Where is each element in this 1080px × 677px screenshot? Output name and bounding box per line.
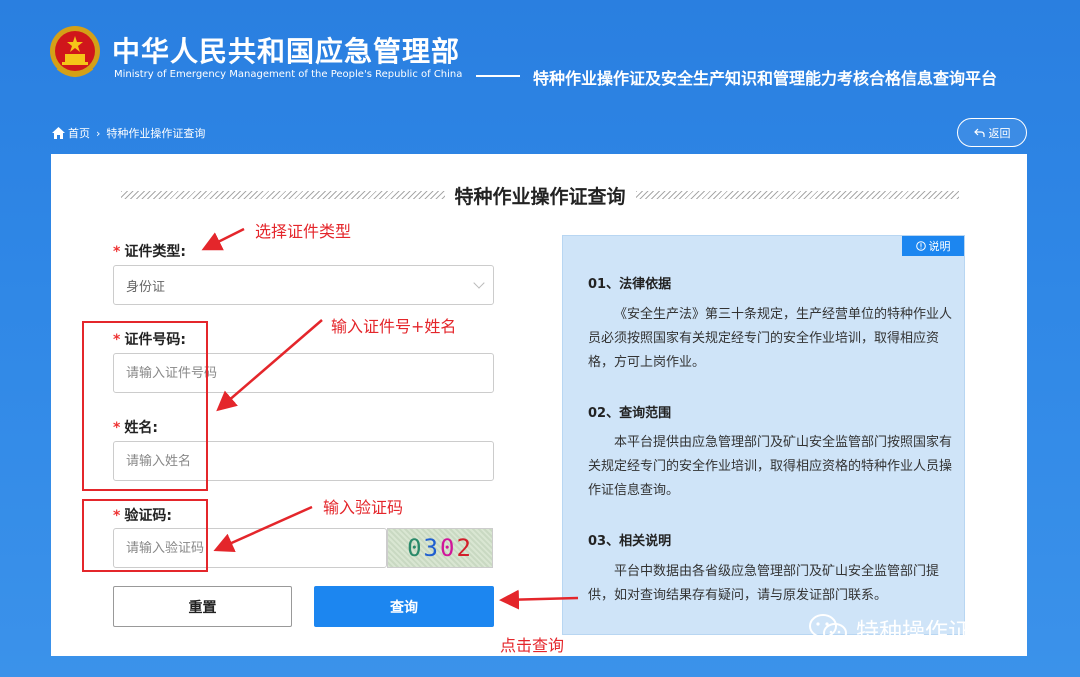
note-badge-label: 说明 [928,240,951,253]
note-section-text: 《安全生产法》第三十条规定，生产经营单位的特种作业人员必须按照国家有关规定经专门… [588,307,953,370]
back-arrow-icon [973,128,985,137]
ministry-name-en: Ministry of Emergency Management of the … [114,69,463,80]
annotation-box-cert-name [82,321,208,491]
note-section-title: 01、法律依据 [588,277,672,292]
query-button[interactable]: 查询 [314,586,494,627]
title-decoration-right [635,191,960,199]
chevron-down-icon [473,277,485,289]
captcha-digit: 0 [440,534,457,562]
captcha-digit: 3 [423,534,440,562]
info-icon [915,241,926,251]
annotation-select-type: 选择证件类型 [255,222,352,241]
annotation-input-captcha: 输入验证码 [323,498,404,517]
note-badge: 说明 [902,236,964,256]
cert-type-value: 身份证 [126,279,166,295]
platform-title: 特种作业操作证及安全生产知识和管理能力考核合格信息查询平台 [533,69,998,88]
title-decoration-left [121,191,445,199]
note-section-text: 平台中数据由各省级应急管理部门及矿山安全监管部门提供，如对查询结果存有疑问，请与… [588,564,940,603]
home-icon [52,127,65,139]
breadcrumb-current: 特种作业操作证查询 [106,127,206,140]
note-section-text: 本平台提供由应急管理部门及矿山安全监管部门按照国家有关规定经专门的安全作业培训，… [588,435,953,498]
note-section-title: 02、查询范围 [588,406,672,421]
breadcrumb-separator: › [96,126,101,140]
annotation-input-no-name: 输入证件号+姓名 [331,317,457,336]
watermark: 特种操作证百科 [808,612,1017,646]
captcha-image[interactable]: 0 3 0 2 [387,528,493,568]
panel-title-bar: 特种作业操作证查询 [121,180,960,210]
reset-button[interactable]: 重置 [113,586,292,627]
cert-type-select[interactable]: 身份证 [113,265,494,305]
header-divider [476,75,520,77]
national-emblem-icon [50,26,100,77]
captcha-digit: 0 [407,534,424,562]
breadcrumb: 首页 › 特种作业操作证查询 [52,125,205,141]
breadcrumb-home-label: 首页 [68,127,90,140]
note-section-title: 03、相关说明 [588,534,672,549]
back-button-label: 返回 [988,126,1011,140]
cert-type-label: * 证件类型: [113,244,186,260]
captcha-digit: 2 [456,534,473,562]
required-mark: * [113,244,121,260]
watermark-text: 特种操作证百科 [856,619,1017,645]
annotation-box-captcha [82,499,208,572]
wechat-icon [809,614,847,643]
instructions-box: 说明 01、法律依据 《安全生产法》第三十条规定，生产经营单位的特种作业人员必须… [562,235,965,635]
ministry-name-cn: 中华人民共和国应急管理部 [112,35,461,68]
panel-title: 特种作业操作证查询 [454,185,626,208]
back-button[interactable]: 返回 [957,118,1027,147]
breadcrumb-home[interactable]: 首页 [52,125,90,141]
annotation-click-query: 点击查询 [500,636,565,655]
page-header: 中华人民共和国应急管理部 Ministry of Emergency Manag… [0,0,1080,110]
